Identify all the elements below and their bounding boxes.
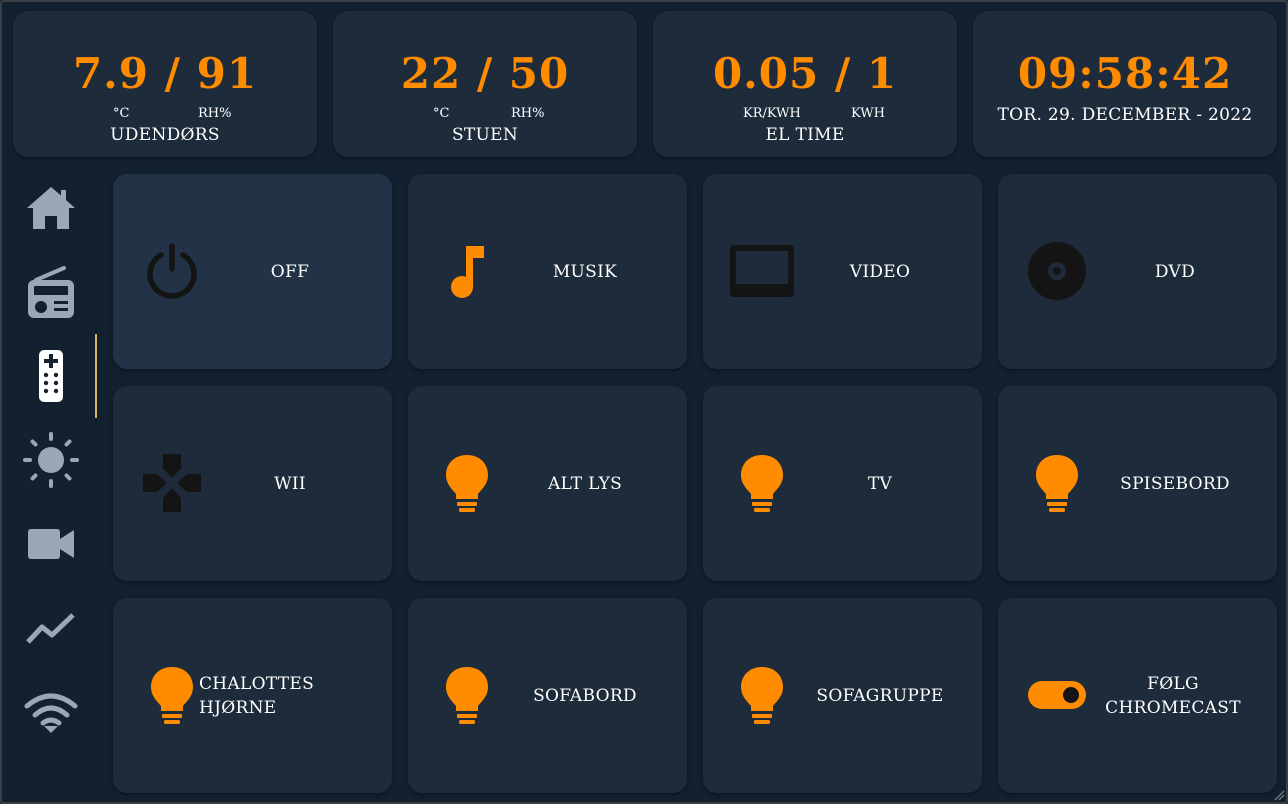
clock-date: TOR. 29. DECEMBER - 2022: [997, 105, 1253, 125]
tile-icon-wrap: [139, 450, 205, 516]
tile-label: VIDEO: [849, 261, 911, 282]
sensor-unit-right: KWH: [851, 106, 885, 121]
tile-video[interactable]: VIDEO: [703, 174, 982, 369]
nav-active-indicator: [95, 334, 97, 418]
lightbulb-icon: [151, 667, 193, 724]
tv-icon: [730, 245, 794, 297]
nav-item-brightness[interactable]: [20, 429, 82, 491]
tile-wii[interactable]: WII: [113, 386, 392, 581]
tile-follow-chromecast[interactable]: FØLG CHROMECAST: [998, 598, 1277, 793]
sensor-label: UDENDØRS: [110, 125, 220, 145]
radio-icon: [28, 266, 74, 318]
tile-icon-wrap: [434, 662, 500, 728]
tile-icon-wrap: [1024, 450, 1090, 516]
tile-icon-wrap: [729, 450, 795, 516]
tile-icon-wrap: [729, 238, 795, 304]
sensor-unit-left: °C: [433, 106, 450, 121]
clock-time: 09:58:42: [1017, 49, 1233, 98]
sensor-card-electricity[interactable]: 0.05 / 1 KR/KWH KWH EL TIME: [653, 11, 957, 157]
nav-item-radio[interactable]: [20, 261, 82, 323]
tile-label: FØLG CHROMECAST: [1105, 673, 1241, 718]
sensor-unit-left: KR/KWH: [743, 106, 801, 121]
sensor-label: EL TIME: [765, 125, 845, 145]
tile-sofa-group[interactable]: SOFAGRUPPE: [703, 598, 982, 793]
sensor-unit-left: °C: [113, 106, 130, 121]
wifi-icon: [24, 693, 78, 733]
tile-icon-wrap: [729, 662, 795, 728]
sensor-card-outdoor[interactable]: 7.9 / 91 °C RH% UDENDØRS: [13, 11, 317, 157]
music-note-icon: [451, 246, 484, 298]
nav-item-camera[interactable]: [20, 513, 82, 575]
sensor-unit-right: RH%: [511, 106, 545, 121]
video-camera-icon: [28, 529, 74, 559]
tile-label: DVD: [1154, 261, 1196, 282]
tile-icon-wrap: [1024, 238, 1090, 304]
gamepad-icon: [143, 454, 201, 512]
disc-icon: [1028, 242, 1086, 300]
sensor-value: 0.05 / 1: [712, 49, 898, 98]
sensor-value: 22 / 50: [400, 49, 570, 98]
toggle-icon: [1028, 681, 1086, 709]
clock-card: 09:58:42 TOR. 29. DECEMBER - 2022: [973, 11, 1277, 157]
lightbulb-icon: [741, 667, 783, 724]
lightbulb-icon: [1036, 455, 1078, 512]
lightbulb-icon: [446, 667, 488, 724]
power-icon: [147, 243, 197, 299]
tile-label: SOFAGRUPPE: [816, 685, 944, 706]
resize-grip-icon[interactable]: [1273, 789, 1285, 801]
tile-coffee-table[interactable]: SOFABORD: [408, 598, 687, 793]
tile-label: WII: [274, 473, 306, 494]
tile-dining-table[interactable]: SPISEBORD: [998, 386, 1277, 581]
lightbulb-icon: [741, 455, 783, 512]
nav-item-network[interactable]: [20, 681, 82, 743]
tile-icon-wrap: [434, 238, 500, 304]
tile-label: SPISEBORD: [1120, 473, 1230, 494]
tile-icon-wrap: [1024, 662, 1090, 728]
tile-off[interactable]: OFF: [113, 174, 392, 369]
tile-label: MUSIK: [552, 261, 618, 282]
tile-all-lights[interactable]: ALT LYS: [408, 386, 687, 581]
sensor-unit-right: RH%: [198, 106, 232, 121]
sun-icon: [23, 432, 79, 488]
tile-corner-light[interactable]: CHALOTTES HJØRNE: [113, 598, 392, 793]
home-icon: [27, 187, 75, 229]
sensor-label: STUEN: [451, 125, 519, 145]
sensor-card-living-room[interactable]: 22 / 50 °C RH% STUEN: [333, 11, 637, 157]
remote-icon: [39, 350, 63, 402]
nav-item-history[interactable]: [20, 597, 82, 659]
chart-line-icon: [26, 613, 75, 644]
tile-music[interactable]: MUSIK: [408, 174, 687, 369]
lightbulb-icon: [446, 455, 488, 512]
tile-label: CHALOTTES HJØRNE: [199, 673, 315, 718]
tile-label: TV: [867, 473, 893, 494]
sensor-value: 7.9 / 91: [72, 49, 258, 98]
nav-item-remote[interactable]: [20, 345, 82, 407]
tile-icon-wrap: [139, 662, 205, 728]
tile-dvd[interactable]: DVD: [998, 174, 1277, 369]
tile-label: SOFABORD: [533, 685, 637, 706]
tile-tv-light[interactable]: TV: [703, 386, 982, 581]
nav-item-home[interactable]: [20, 177, 82, 239]
tile-icon-wrap: [139, 238, 205, 304]
tile-label: OFF: [270, 261, 310, 282]
tile-icon-wrap: [434, 450, 500, 516]
tile-label: ALT LYS: [547, 473, 623, 494]
